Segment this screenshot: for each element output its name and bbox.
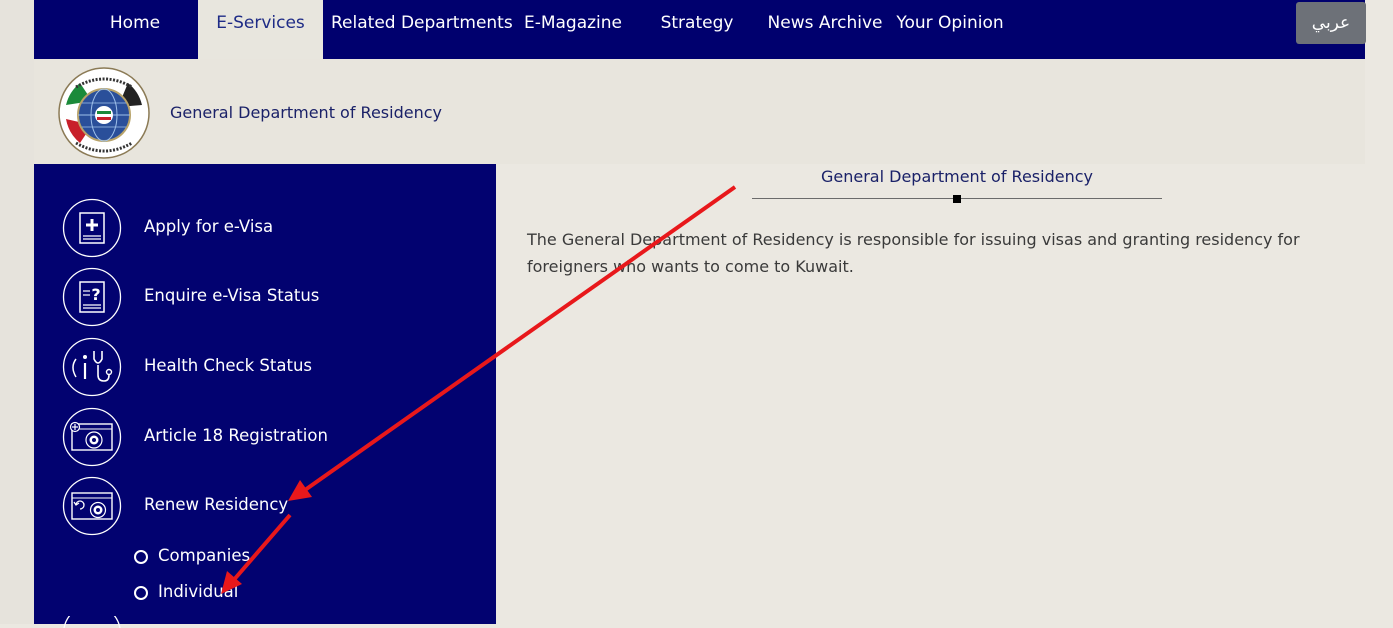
registration-card-icon [62,407,122,467]
sidebar-item-label: Enquire e-Visa Status [144,286,320,305]
radio-circle-icon [134,586,148,600]
nav-strategy[interactable]: Strategy [657,0,737,46]
sub-item-label: Companies [158,546,251,565]
sidebar-item-label: Apply for e-Visa [144,217,274,236]
sidebar-item-article-18[interactable]: Article 18 Registration [62,407,482,469]
residency-emblem-icon[interactable] [58,67,150,159]
content-description: The General Department of Residency is r… [527,230,1300,276]
top-navigation: Home E-Services Related Departments E-Ma… [34,0,1366,59]
stethoscope-icon [62,337,122,397]
nav-your-opinion[interactable]: Your Opinion [894,0,1006,46]
visa-plus-icon [62,198,122,258]
sidebar-item-label: Health Check Status [144,356,313,375]
sidebar-item-enquire-e-visa[interactable]: ? Enquire e-Visa Status [62,267,482,329]
site-header: General Department of Residency [34,59,1365,164]
divider-dot [953,195,961,203]
site-title: General Department of Residency [170,103,442,122]
sidebar-item-health-check[interactable]: Health Check Status [62,337,482,399]
sidebar-item-label: Renew Residency [144,495,289,514]
renew-card-icon [62,476,122,536]
sidebar-item-apply-e-visa[interactable]: Apply for e-Visa [62,198,482,260]
visa-question-icon: ? [62,267,122,327]
sub-item-label: Individual [158,582,239,601]
services-sidebar: Apply for e-Visa ? Enquire e-Visa Status… [34,164,496,628]
svg-text:?: ? [91,285,100,304]
nav-home[interactable]: Home [96,0,174,46]
sidebar-item-label: Article 18 Registration [144,426,328,445]
content-title: General Department of Residency [821,167,1093,186]
nav-e-services[interactable]: E-Services [198,0,323,59]
nav-related-departments[interactable]: Related Departments [331,0,513,46]
language-toggle-button[interactable]: عربي [1296,2,1366,44]
nav-e-magazine[interactable]: E-Magazine [522,0,624,46]
nav-news-archive[interactable]: News Archive [767,0,883,46]
partial-menu-icon [63,616,121,628]
page-left-margin [0,0,34,624]
radio-circle-icon [134,550,148,564]
sidebar-item-renew-residency[interactable]: Renew Residency [62,476,482,538]
